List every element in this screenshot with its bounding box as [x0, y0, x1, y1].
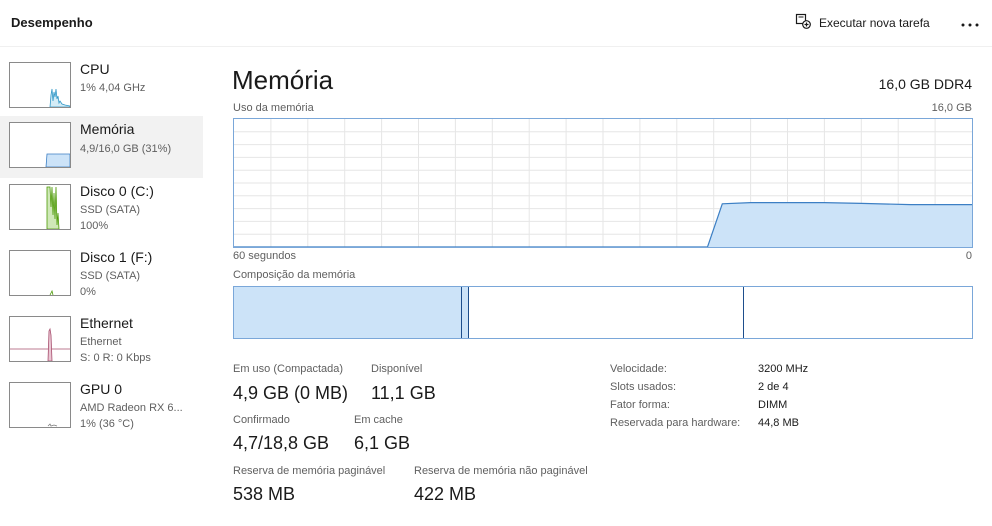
- disk1-thumbnail-graph: [9, 250, 71, 296]
- nonpaged-pool-value: 422 MB: [414, 484, 477, 504]
- sidebar-item-gpu0-model: AMD Radeon RX 6...: [80, 402, 183, 414]
- sidebar-item-memory-name: Memória: [80, 121, 135, 137]
- speed-value: 3200 MHz: [758, 363, 809, 375]
- sidebar-item-ethernet-name: Ethernet: [80, 315, 133, 331]
- hardware-reserved-label: Reservada para hardware:: [610, 417, 741, 429]
- usage-graph-max: 16,0 GB: [931, 102, 972, 114]
- sidebar-item-disk0-type: SSD (SATA): [80, 204, 141, 216]
- nonpaged-pool-label: Reserva de memória não paginável: [414, 465, 588, 477]
- section-title: Memória: [232, 65, 334, 95]
- sidebar-item-disk1-usage: 0%: [80, 286, 96, 298]
- memory-thumbnail-graph: [9, 122, 71, 168]
- in-use-value: 4,9 GB (0 MB): [233, 383, 349, 403]
- usage-graph-label: Uso da memória: [233, 102, 314, 114]
- memory-usage-chart: [234, 119, 972, 248]
- sidebar: CPU 1% 4,04 GHz Memória 4,9/16,0 GB (31%…: [0, 50, 203, 526]
- form-factor-label: Fator forma:: [610, 399, 670, 411]
- composition-standby-segment: [468, 287, 744, 338]
- sidebar-item-gpu0-name: GPU 0: [80, 381, 123, 397]
- sidebar-item-disk1-type: SSD (SATA): [80, 270, 141, 282]
- sidebar-item-cpu-name: CPU: [80, 61, 110, 77]
- sidebar-item-ethernet-throughput: S: 0 R: 0 Kbps: [80, 352, 151, 364]
- composition-free-segment: [743, 287, 972, 338]
- composition-modified-segment: [462, 287, 469, 338]
- page-title: Desempenho: [11, 15, 93, 30]
- sidebar-item-gpu0[interactable]: GPU 0 AMD Radeon RX 6... 1% (36 °C): [0, 376, 203, 438]
- composition-label: Composição da memória: [233, 269, 356, 281]
- committed-value: 4,7/18,8 GB: [233, 433, 330, 453]
- more-options-button[interactable]: [958, 12, 982, 34]
- committed-label: Confirmado: [233, 414, 290, 426]
- paged-pool-value: 538 MB: [233, 484, 296, 504]
- sidebar-item-ethernet-type: Ethernet: [80, 336, 122, 348]
- memory-usage-graph: [233, 118, 973, 248]
- sidebar-item-disk0-name: Disco 0 (C:): [80, 183, 154, 199]
- available-value: 11,1 GB: [371, 383, 436, 403]
- disk0-thumbnail-graph: [9, 184, 71, 230]
- sidebar-item-disk0[interactable]: Disco 0 (C:) SSD (SATA) 100%: [0, 178, 203, 240]
- header-bar: Desempenho Executar nova tarefa: [0, 0, 992, 47]
- sidebar-item-memory-detail: 4,9/16,0 GB (31%): [80, 143, 172, 155]
- sidebar-item-ethernet[interactable]: Ethernet Ethernet S: 0 R: 0 Kbps: [0, 310, 203, 372]
- paged-pool-label: Reserva de memória paginável: [233, 465, 386, 477]
- main-panel: Memória 16,0 GB DDR4 Uso da memória 16,0…: [215, 50, 992, 526]
- memory-spec: 16,0 GB DDR4: [878, 76, 972, 92]
- new-task-icon: [795, 13, 811, 34]
- sidebar-item-disk1-name: Disco 1 (F:): [80, 249, 153, 265]
- sidebar-item-disk1[interactable]: Disco 1 (F:) SSD (SATA) 0%: [0, 244, 203, 306]
- run-new-task-label: Executar nova tarefa: [819, 16, 930, 30]
- cpu-thumbnail-graph: [9, 62, 71, 108]
- time-axis-start: 60 segundos: [233, 250, 296, 262]
- speed-label: Velocidade:: [610, 363, 667, 375]
- cached-label: Em cache: [354, 414, 403, 426]
- cached-value: 6,1 GB: [354, 433, 411, 453]
- sidebar-item-cpu-detail: 1% 4,04 GHz: [80, 82, 146, 94]
- more-options-icon: [961, 14, 979, 32]
- sidebar-item-disk0-usage: 100%: [80, 220, 109, 232]
- sidebar-item-cpu[interactable]: CPU 1% 4,04 GHz: [0, 56, 203, 118]
- composition-in-use-segment: [234, 287, 463, 338]
- sidebar-item-memory[interactable]: Memória 4,9/16,0 GB (31%): [0, 116, 203, 178]
- run-new-task-button[interactable]: Executar nova tarefa: [795, 12, 930, 34]
- memory-composition-bar: [233, 286, 973, 339]
- time-axis-end: 0: [965, 250, 972, 262]
- ethernet-thumbnail-graph: [9, 316, 71, 362]
- slots-used-value: 2 de 4: [758, 381, 789, 393]
- slots-used-label: Slots usados:: [610, 381, 677, 393]
- hardware-reserved-value: 44,8 MB: [758, 417, 799, 429]
- sidebar-item-gpu0-usage: 1% (36 °C): [80, 418, 134, 430]
- available-label: Disponível: [371, 363, 423, 375]
- in-use-label: Em uso (Compactada): [233, 363, 344, 375]
- gpu0-thumbnail-graph: [9, 382, 71, 428]
- form-factor-value: DIMM: [758, 399, 788, 411]
